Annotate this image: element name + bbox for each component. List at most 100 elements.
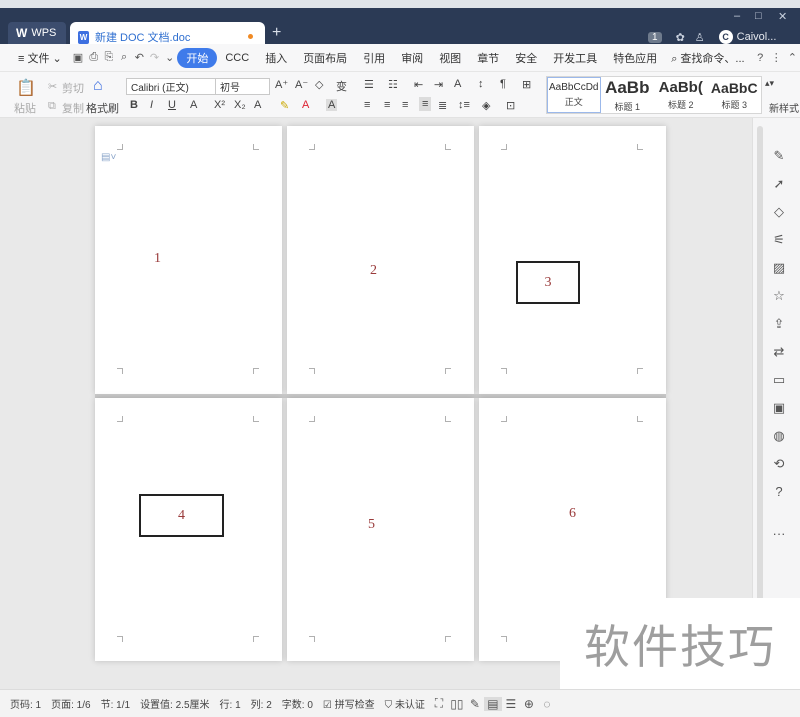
bullets-icon[interactable]: ☰ — [364, 78, 374, 91]
text-effect-icon[interactable]: A — [254, 99, 261, 111]
close-button[interactable]: ✕ — [778, 10, 787, 23]
export-icon[interactable]: ⎙ — [89, 51, 98, 65]
minimize-button[interactable]: – — [734, 10, 740, 22]
archive-icon[interactable]: ▭ — [771, 372, 787, 388]
translate-icon[interactable]: ⇄ — [771, 344, 787, 360]
shapes-icon[interactable]: ◇ — [771, 204, 787, 220]
write-mode-icon[interactable]: ✎ — [466, 697, 484, 711]
status-word-count[interactable]: 字数: 0 — [277, 696, 318, 711]
style-heading-1[interactable]: AaBb 标题 1 — [601, 77, 655, 113]
format-painter-icon[interactable]: ⌂ — [93, 77, 103, 95]
style-heading-3[interactable]: AaBbC 标题 3 — [708, 77, 762, 113]
distributed-icon[interactable]: ≣ — [438, 99, 447, 112]
char-shading-icon[interactable]: A — [326, 99, 338, 111]
page-view-icon[interactable]: ▤ — [483, 696, 502, 711]
cut-button[interactable]: 剪切 — [62, 80, 84, 96]
font-color-icon[interactable]: A — [302, 99, 309, 111]
subscript-icon[interactable]: X₂ — [234, 99, 246, 111]
adjust-icon[interactable]: ⚟ — [771, 232, 787, 248]
tab-ccc[interactable]: CCC — [217, 52, 257, 64]
styles-scroll-icon[interactable]: ▴▾ — [765, 78, 774, 89]
tab-chapter[interactable]: 章节 — [469, 50, 507, 66]
italic-icon[interactable]: I — [150, 99, 153, 111]
gallery-icon[interactable]: ▨ — [771, 260, 787, 276]
history-icon[interactable]: ⟲ — [771, 456, 787, 472]
table-icon[interactable]: ⊞ — [522, 78, 531, 91]
new-style-button[interactable]: 新样式 — [769, 100, 800, 115]
tab-insert[interactable]: 插入 — [257, 50, 295, 66]
underline-icon[interactable]: U — [168, 99, 176, 111]
share-icon[interactable]: ⇪ — [771, 316, 787, 332]
certification-status[interactable]: ⛉ 未认证 — [380, 696, 430, 711]
paste-icon[interactable]: 📋 — [16, 78, 36, 98]
page-2[interactable]: 2 — [287, 126, 474, 394]
shirt-icon[interactable]: ♙ — [695, 31, 705, 44]
page-3[interactable]: 3 — [479, 126, 666, 394]
select-icon[interactable]: ➚ — [771, 176, 787, 192]
undo-icon[interactable]: ↶ — [135, 51, 144, 65]
status-col[interactable]: 列: 2 — [246, 696, 277, 711]
bold-icon[interactable]: B — [130, 99, 138, 111]
copy-button[interactable]: 复制 — [62, 100, 84, 116]
eye-protect-icon[interactable]: ◌ — [538, 697, 556, 711]
read-mode-icon[interactable]: ▯▯ — [448, 697, 466, 711]
tab-features[interactable]: 特色应用 — [605, 50, 665, 66]
web-view-icon[interactable]: ⊕ — [520, 697, 538, 711]
shrink-font-icon[interactable]: A⁻ — [295, 78, 308, 91]
show-marks-icon[interactable]: ¶ — [500, 78, 506, 90]
align-center-icon[interactable]: ≡ — [384, 99, 390, 111]
sort-icon[interactable]: ↕ — [478, 78, 484, 90]
shading-icon[interactable]: ◈ — [482, 99, 490, 112]
new-tab-button[interactable]: + — [272, 24, 281, 42]
outline-view-icon[interactable]: ☰ — [502, 697, 520, 711]
status-setting[interactable]: 设置值: 2.5厘米 — [135, 696, 214, 711]
tab-view[interactable]: 视图 — [431, 50, 469, 66]
notification-badge[interactable]: 1 — [648, 31, 662, 43]
highlight-icon[interactable]: ✎ — [280, 99, 289, 112]
status-page[interactable]: 页面: 1/6 — [46, 696, 95, 711]
page-4-text-box[interactable]: 4 — [139, 494, 224, 537]
file-menu[interactable]: ≡ 文件 ⌄ — [0, 50, 70, 66]
collapse-ribbon-icon[interactable]: ⌃ — [788, 51, 797, 65]
pen-icon[interactable]: ✎ — [771, 148, 787, 164]
numbering-icon[interactable]: ☷ — [388, 78, 398, 91]
backup-icon[interactable]: ◍ — [771, 428, 787, 444]
style-heading-2[interactable]: AaBb( 标题 2 — [654, 77, 708, 113]
decrease-indent-icon[interactable]: ⇤ — [414, 78, 423, 91]
paste-options-icon[interactable]: ▤˅ — [101, 152, 116, 163]
clear-format-icon[interactable]: ◇ — [315, 78, 323, 91]
more-icon[interactable]: ⋮ — [771, 51, 782, 65]
status-row[interactable]: 行: 1 — [215, 696, 246, 711]
tab-security[interactable]: 安全 — [507, 50, 545, 66]
page-5[interactable]: 5 — [287, 398, 474, 661]
align-right-icon[interactable]: ≡ — [402, 99, 408, 111]
style-normal[interactable]: AaBbCcDd 正文 — [547, 77, 601, 113]
page-1[interactable]: ▤˅ 1 — [95, 126, 282, 394]
page-3-text-box[interactable]: 3 — [516, 261, 580, 304]
paste-button[interactable]: 粘贴 — [14, 100, 36, 116]
copy-icon[interactable]: ⧉ — [48, 100, 56, 113]
preview-icon[interactable]: ⌕ — [120, 51, 129, 65]
format-painter-button[interactable]: 格式刷 — [86, 100, 119, 116]
tab-start[interactable]: 开始 — [177, 47, 218, 68]
search-command[interactable]: ⌕ 查找命令、... — [665, 50, 752, 66]
status-section[interactable]: 节: 1/1 — [96, 696, 135, 711]
page-4[interactable]: 4 — [95, 398, 282, 661]
avatar[interactable]: C — [718, 30, 733, 44]
superscript-icon[interactable]: X² — [214, 99, 225, 111]
borders-icon[interactable]: ⊡ — [506, 99, 515, 112]
wps-home-tab[interactable]: W WPS — [8, 22, 66, 44]
focus-mode-icon[interactable]: ⛶ — [430, 696, 448, 711]
skin-icon[interactable]: ✿ — [676, 31, 685, 44]
increase-indent-icon[interactable]: ⇥ — [434, 78, 443, 91]
justify-icon[interactable]: ≡ — [419, 97, 432, 111]
strikethrough-icon[interactable]: A — [190, 99, 197, 111]
redo-icon[interactable]: ↷ — [150, 51, 159, 65]
grow-font-icon[interactable]: A⁺ — [275, 78, 288, 91]
status-page-code[interactable]: 页码: 1 — [0, 696, 46, 711]
star-icon[interactable]: ☆ — [771, 288, 787, 304]
phonetic-icon[interactable]: 变 — [336, 78, 347, 94]
maximize-button[interactable]: □ — [755, 10, 762, 22]
align-left-icon[interactable]: ≡ — [364, 99, 370, 111]
tab-developer[interactable]: 开发工具 — [545, 50, 605, 66]
